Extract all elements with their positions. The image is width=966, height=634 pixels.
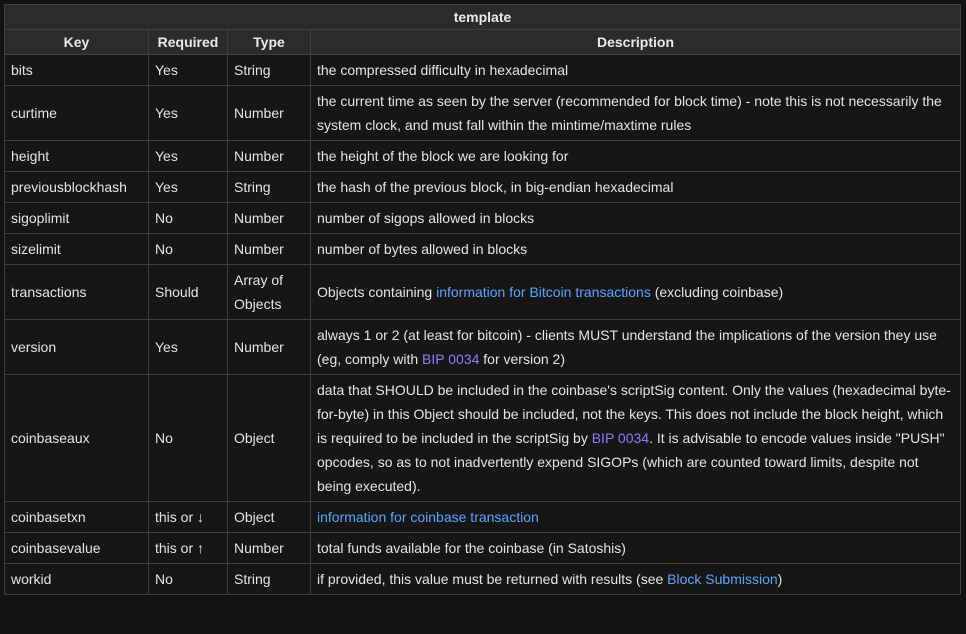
cell-description: the height of the block we are looking f… — [309, 140, 962, 172]
cell-key: bits — [4, 54, 149, 86]
cell-type: Array of Objects — [227, 264, 311, 320]
column-header-type: Type — [227, 29, 311, 55]
table-row: sigoplimit No Number number of sigops allow… — [4, 202, 962, 234]
cell-type: Object — [227, 501, 311, 533]
table-title: template — [3, 4, 962, 30]
description-link[interactable]: Block Submission — [667, 571, 778, 587]
description-text: ) — [777, 571, 783, 587]
table-row: version Yes Number always 1 or 2 (at least … — [4, 319, 962, 375]
cell-type: Number — [227, 85, 311, 141]
column-header-required: Required — [148, 29, 228, 55]
cell-type: Number — [227, 532, 311, 564]
cell-description: number of sigops allowed in blocks — [309, 202, 962, 234]
cell-key: transactions — [4, 264, 149, 320]
cell-required: No — [148, 233, 228, 265]
cell-required: this or ↑ — [148, 532, 228, 564]
table-row: coinbasevalue this or ↑ Number total funds … — [4, 532, 962, 564]
description-text: always 1 or 2 (at least for bitcoin) - c… — [317, 327, 937, 367]
table-row: sizelimit No Number number of bytes allowed… — [4, 233, 962, 265]
description-link[interactable]: information for Bitcoin transactions — [436, 284, 651, 300]
description-text: Objects containing — [317, 284, 437, 300]
cell-required: No — [148, 202, 228, 234]
cell-description: the compressed difficulty in hexadecimal — [309, 54, 962, 86]
cell-key: workid — [4, 563, 149, 595]
cell-type: Number — [227, 319, 311, 375]
cell-required: this or ↓ — [148, 501, 228, 533]
cell-key: coinbasevalue — [4, 532, 149, 564]
description-text: the current time as seen by the server (… — [317, 93, 942, 133]
cell-type: Object — [227, 374, 311, 502]
table-row: coinbaseaux No Object data that SHOULD be i… — [4, 374, 962, 502]
cell-required: Yes — [148, 85, 228, 141]
cell-description: number of bytes allowed in blocks — [309, 233, 962, 265]
cell-description: total funds available for the coinbase (… — [309, 532, 962, 564]
description-text: (excluding coinbase) — [650, 284, 784, 300]
column-header-key: Key — [4, 29, 149, 55]
cell-description: if provided, this value must be returned… — [309, 563, 962, 595]
cell-type: String — [227, 171, 311, 203]
cell-required: Yes — [148, 171, 228, 203]
cell-key: sizelimit — [4, 233, 149, 265]
description-text: number of sigops allowed in blocks — [317, 210, 535, 226]
cell-type: String — [227, 54, 311, 86]
cell-description: information for coinbase transaction — [309, 501, 962, 533]
table-row: previousblockhash Yes String the hash of th… — [4, 171, 962, 203]
cell-key: height — [4, 140, 149, 172]
cell-key: version — [4, 319, 149, 375]
description-text: the height of the block we are looking f… — [317, 148, 569, 164]
table-row: curtime Yes Number the current time as seen… — [4, 85, 962, 141]
cell-key: coinbaseaux — [4, 374, 149, 502]
table-row: workid No String if provided, this value mu… — [4, 563, 962, 595]
cell-key: curtime — [4, 85, 149, 141]
cell-required: Yes — [148, 140, 228, 172]
description-link[interactable]: BIP 0034 — [592, 430, 649, 446]
table-row: bits Yes String the compressed difficulty i… — [4, 54, 962, 86]
cell-description: Objects containing information for Bitco… — [309, 264, 962, 320]
description-text: total funds available for the coinbase (… — [317, 540, 626, 556]
table-title-row: template — [3, 4, 962, 30]
cell-required: Yes — [148, 54, 228, 86]
cell-key: coinbasetxn — [4, 501, 149, 533]
cell-description: data that SHOULD be included in the coin… — [309, 374, 962, 502]
cell-type: Number — [227, 140, 311, 172]
description-text: the compressed difficulty in hexadecimal — [317, 62, 569, 78]
description-text: for version 2) — [479, 351, 565, 367]
description-text: number of bytes allowed in blocks — [317, 241, 528, 257]
template-table: template Key Required Type Description b… — [3, 4, 962, 595]
cell-required: No — [148, 563, 228, 595]
description-link[interactable]: information for coinbase transaction — [317, 509, 539, 525]
cell-required: Yes — [148, 319, 228, 375]
cell-required: No — [148, 374, 228, 502]
column-header-description: Description — [309, 29, 962, 55]
cell-key: sigoplimit — [4, 202, 149, 234]
description-link[interactable]: BIP 0034 — [422, 351, 479, 367]
table-body: bits Yes String the compressed difficulty i… — [4, 54, 962, 595]
template-table-container: template Key Required Type Description b… — [3, 4, 962, 595]
cell-key: previousblockhash — [4, 171, 149, 203]
cell-description: always 1 or 2 (at least for bitcoin) - c… — [309, 319, 962, 375]
table-header-row: Key Required Type Description — [4, 29, 962, 55]
cell-description: the hash of the previous block, in big-e… — [309, 171, 962, 203]
description-text: if provided, this value must be returned… — [317, 571, 668, 587]
cell-type: Number — [227, 233, 311, 265]
table-row: height Yes Number the height of the block w… — [4, 140, 962, 172]
table-row: coinbasetxn this or ↓ Object information fo… — [4, 501, 962, 533]
cell-required: Should — [148, 264, 228, 320]
cell-type: Number — [227, 202, 311, 234]
cell-type: String — [227, 563, 311, 595]
description-text: the hash of the previous block, in big-e… — [317, 179, 674, 195]
table-row: transactions Should Array of Objects Object… — [4, 264, 962, 320]
cell-description: the current time as seen by the server (… — [309, 85, 962, 141]
